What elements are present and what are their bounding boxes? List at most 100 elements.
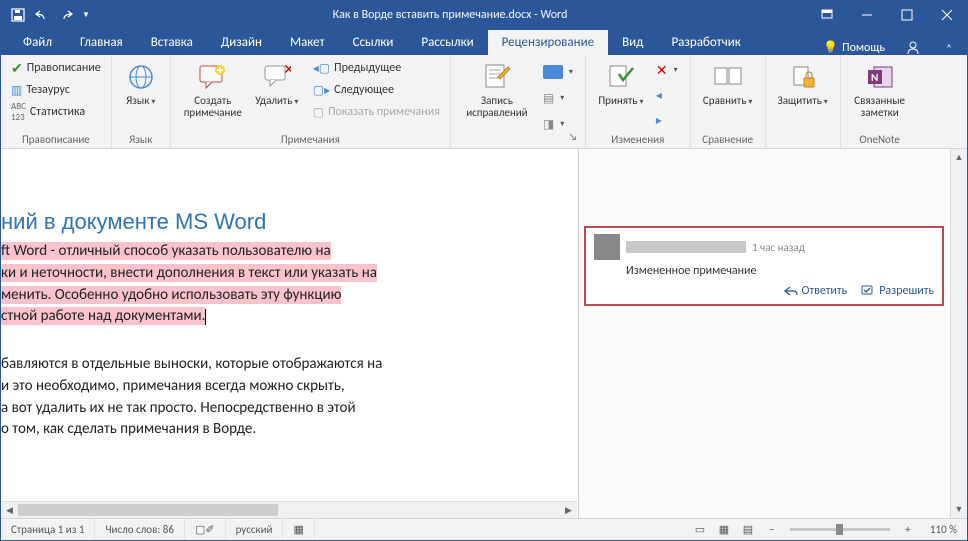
status-macro[interactable]: ▦ [283,519,314,540]
proof-icon: ▢✐ [195,523,215,536]
web-layout-icon[interactable]: ▤ [736,520,760,540]
tab-view[interactable]: Вид [608,30,657,55]
show-comments-button: ▢Показать примечания [309,101,444,123]
scroll-up-icon[interactable]: ▲ [951,149,967,166]
prev-icon: ◂▢ [313,61,330,76]
resolve-button[interactable]: Разрешить [861,284,934,298]
window-title: Как в Ворде вставить примечание.docx - W… [93,8,807,22]
delete-comment-icon: ✕ [261,61,293,93]
prev-comment-button[interactable]: ◂▢Предыдущее [309,57,444,79]
ribbon-options-icon[interactable] [807,1,847,29]
text-cursor [205,309,206,325]
save-icon[interactable] [7,4,29,26]
pane-icon: ◨ [543,117,554,132]
scroll-left-icon[interactable]: ◀ [1,505,18,516]
zoom-level[interactable]: 110 % [920,519,967,540]
resolve-icon [861,285,875,297]
stats-button[interactable]: ABC123Статистика [7,101,105,123]
tab-file[interactable]: Файл [9,30,66,55]
tab-mailings[interactable]: Рассылки [407,30,487,55]
onenote-button[interactable]: N Связанные заметки [847,57,913,133]
tab-developer[interactable]: Разработчик [657,30,754,55]
reply-button[interactable]: Ответить [784,284,848,298]
collapse-ribbon-icon[interactable]: ˄ [931,42,967,55]
status-bar: Страница 1 из 1 Число слов: 86 ▢✐ русски… [1,518,967,540]
comment-text[interactable]: Измененное примечание [594,260,934,280]
accept-icon [605,61,637,93]
scroll-thumb[interactable] [18,504,278,516]
comment-time: 1 час назад [752,241,805,254]
language-button[interactable]: Язык▾ [118,57,164,133]
accept-button[interactable]: Принять▾ [592,57,650,133]
next-change-icon: ▸ [656,113,662,128]
status-language[interactable]: русский [226,519,284,540]
delete-comment-button[interactable]: ✕ Удалить▾ [249,57,305,133]
tracking-dialog-launcher[interactable]: ↘ [565,128,581,144]
highlighted-text: ft Word - отличный способ указать пользо… [1,242,377,325]
reply-icon [784,285,798,297]
close-icon[interactable] [927,1,967,29]
new-comment-button[interactable]: Создать примечание [177,57,249,133]
tab-review[interactable]: Рецензирование [488,30,608,55]
stats-icon: ABC123 [11,101,26,123]
thesaurus-button[interactable]: ▥Тезаурус [7,79,105,101]
minimize-icon[interactable] [847,1,887,29]
check-icon: ✔ [11,60,23,77]
prev-change-button[interactable]: ◂ [652,84,682,106]
show-comments-icon: ▢ [313,105,324,120]
doc-paragraph: бавляются в отдельные выноски, которые о… [1,354,578,441]
spelling-button[interactable]: ✔Правописание [7,57,105,79]
onenote-icon: N [864,61,896,93]
vertical-scrollbar[interactable]: ▲ ▼ [950,149,967,518]
zoom-in-button[interactable]: + [896,520,920,540]
book-icon: ▥ [11,83,22,98]
compare-button[interactable]: Сравнить▾ [697,57,759,133]
group-label-comments: Примечания [177,133,444,148]
group-label-changes: Изменения [592,133,684,148]
tab-layout[interactable]: Макет [276,30,339,55]
reject-button[interactable]: ✕▾ [652,59,682,81]
print-layout-icon[interactable]: ▦ [712,520,736,540]
group-label-protect [772,133,834,148]
tab-insert[interactable]: Вставка [137,30,207,55]
track-changes-button[interactable]: Запись исправлений [457,57,537,139]
tell-me[interactable]: 💡Помощь [813,40,895,55]
tab-home[interactable]: Главная [66,30,137,55]
share-icon[interactable] [895,39,931,55]
comments-pane: 1 час назад Измененное примечание Ответи… [579,149,967,518]
status-page[interactable]: Страница 1 из 1 [1,519,95,540]
zoom-out-button[interactable]: − [760,520,784,540]
group-label-proofing: Правописание [7,133,105,148]
display-icon [543,65,563,79]
next-comment-button[interactable]: ▢▸Следующее [309,79,444,101]
next-change-button[interactable]: ▸ [652,109,682,131]
group-label-language: Язык [118,133,164,148]
group-label-compare: Сравнение [697,133,759,148]
status-proof[interactable]: ▢✐ [185,519,226,540]
redo-icon[interactable] [55,4,77,26]
horizontal-scrollbar[interactable]: ◀ ▶ [1,501,577,518]
maximize-icon[interactable] [887,1,927,29]
tab-design[interactable]: Дизайн [207,30,276,55]
comment-balloon[interactable]: 1 час назад Измененное примечание Ответи… [585,227,943,305]
undo-icon[interactable] [31,4,53,26]
next-icon: ▢▸ [313,83,330,98]
tab-references[interactable]: Ссылки [339,30,408,55]
lock-icon [787,61,819,93]
qat-dropdown-icon[interactable]: ▼ [79,4,93,26]
show-markup-dropdown[interactable]: ▤▾ [539,87,577,109]
scroll-right-icon[interactable]: ▶ [560,505,577,516]
new-comment-icon [197,61,229,93]
scroll-down-icon[interactable]: ▼ [951,501,967,518]
status-words[interactable]: Число слов: 86 [95,519,185,540]
comment-author [626,241,746,253]
document-page[interactable]: ний в документе MS Word ft Word - отличн… [1,149,579,518]
globe-icon [125,61,157,93]
doc-heading: ний в документе MS Word [1,161,578,241]
zoom-thumb[interactable] [836,524,843,535]
track-icon [481,61,513,93]
zoom-slider[interactable] [790,528,890,531]
read-mode-icon[interactable]: ▭ [688,520,712,540]
display-mode-dropdown[interactable]: ▾ [539,61,577,83]
protect-button[interactable]: Защитить▾ [772,57,834,133]
